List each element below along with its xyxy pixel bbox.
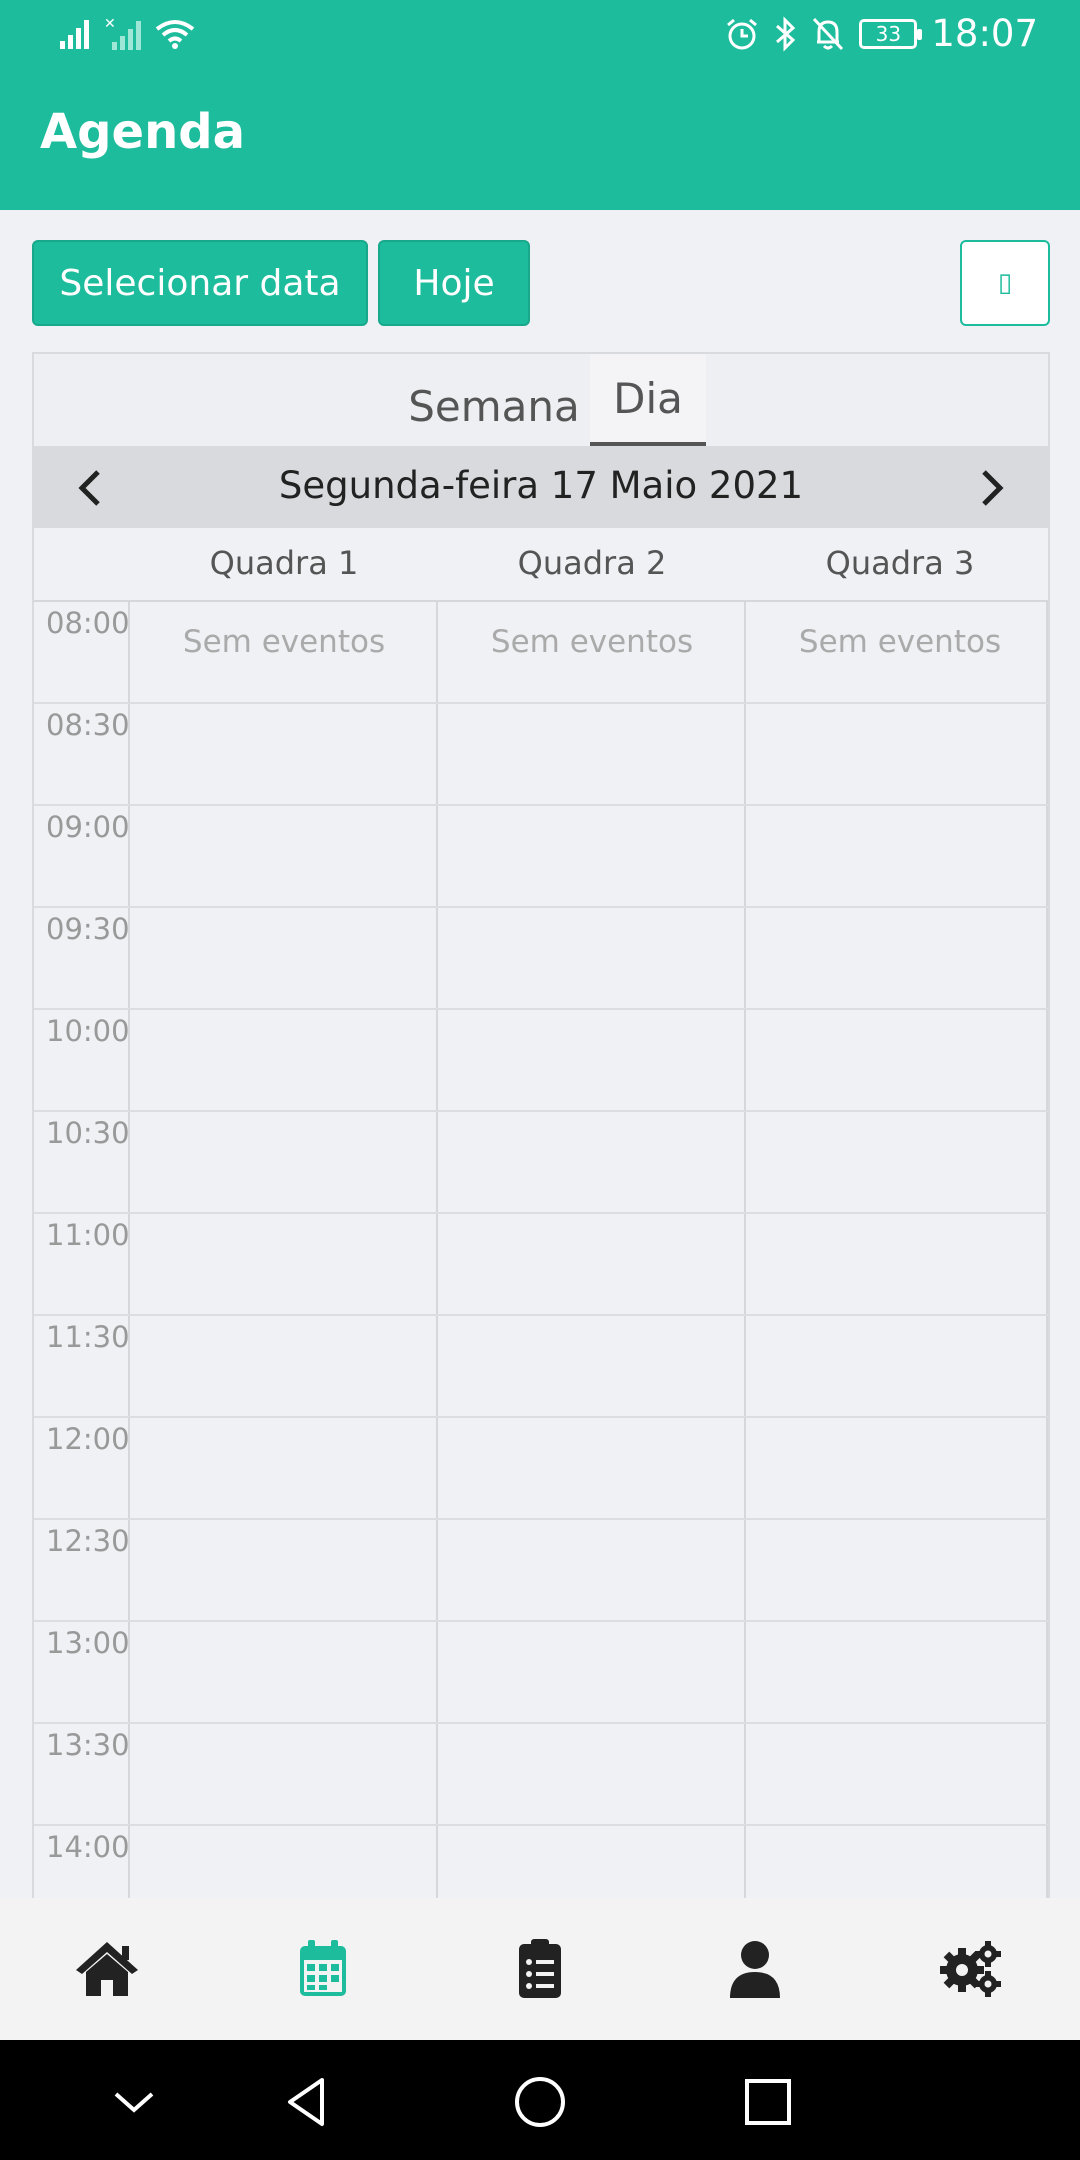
recents-icon[interactable] xyxy=(740,2074,796,2130)
time-label: 11:30 xyxy=(46,1320,130,1354)
tab-week[interactable]: Semana xyxy=(394,360,594,452)
app-header: ✕ 33 18:07 Agenda xyxy=(0,0,1080,210)
date-navigator: Segunda-feira 17 Maio 2021 xyxy=(34,446,1048,528)
status-right: 33 18:07 xyxy=(725,12,1038,55)
today-button[interactable]: Hoje xyxy=(378,240,530,326)
bottom-nav xyxy=(0,1898,1080,2040)
options-button[interactable]: ▯ xyxy=(960,240,1050,326)
bluetooth-icon xyxy=(776,15,796,52)
time-row[interactable]: 10:00 xyxy=(34,1010,1048,1112)
signal-no-service-icon: ✕ xyxy=(104,16,141,50)
view-tabs: Semana Dia xyxy=(34,354,1048,446)
resource-header: Quadra 1 Quadra 2 Quadra 3 xyxy=(34,528,1048,602)
status-left: ✕ xyxy=(58,16,196,52)
wifi-icon xyxy=(155,20,195,49)
column-header-quadra-3: Quadra 3 xyxy=(825,544,975,582)
bell-off-icon xyxy=(813,17,844,50)
time-row[interactable]: 12:30 xyxy=(34,1520,1048,1622)
time-label: 08:30 xyxy=(46,708,130,742)
time-label: 08:00 xyxy=(46,606,130,640)
no-events-label: Sem eventos xyxy=(798,624,1002,660)
time-label: 11:00 xyxy=(46,1218,130,1252)
time-grid: 08:00 Sem eventos Sem eventos Sem evento… xyxy=(34,602,1048,1900)
battery-icon: 33 xyxy=(859,18,923,49)
clipboard-list-icon[interactable] xyxy=(507,1938,573,2000)
alarm-icon xyxy=(727,18,758,49)
time-row[interactable]: 08:00 Sem eventos Sem eventos Sem evento… xyxy=(34,602,1048,704)
column-header-quadra-1: Quadra 1 xyxy=(209,544,359,582)
time-row[interactable]: 09:30 xyxy=(34,908,1048,1010)
time-row[interactable]: 14:00 xyxy=(34,1826,1048,1900)
chevron-down-icon[interactable] xyxy=(106,2074,162,2130)
time-label: 13:00 xyxy=(46,1626,130,1660)
home-icon[interactable] xyxy=(74,1938,140,2000)
time-label: 12:00 xyxy=(46,1422,130,1456)
tab-day[interactable]: Dia xyxy=(590,354,706,446)
gears-icon[interactable] xyxy=(938,1938,1004,2000)
status-time: 18:07 xyxy=(931,12,1038,55)
time-row[interactable]: 13:00 xyxy=(34,1622,1048,1724)
svg-text:✕: ✕ xyxy=(104,16,116,32)
system-nav-bar xyxy=(0,2040,1080,2160)
time-row[interactable]: 11:30 xyxy=(34,1316,1048,1418)
time-row[interactable]: 08:30 xyxy=(34,704,1048,806)
no-events-label: Sem eventos xyxy=(490,624,694,660)
select-date-button[interactable]: Selecionar data xyxy=(32,240,368,326)
signal-icon xyxy=(60,20,89,49)
time-row[interactable]: 13:30 xyxy=(34,1724,1048,1826)
missing-glyph-icon: ▯ xyxy=(997,268,1013,298)
time-row[interactable]: 10:30 xyxy=(34,1112,1048,1214)
chevron-right-icon[interactable] xyxy=(972,466,1012,510)
time-row[interactable]: 12:00 xyxy=(34,1418,1048,1520)
home-button-icon[interactable] xyxy=(512,2074,568,2130)
calendar-panel: Semana Dia Segunda-feira 17 Maio 2021 Qu… xyxy=(32,352,1050,1902)
time-label: 10:00 xyxy=(46,1014,130,1048)
time-row[interactable]: 11:00 xyxy=(34,1214,1048,1316)
page-title: Agenda xyxy=(40,104,245,160)
time-label: 13:30 xyxy=(46,1728,130,1762)
time-label: 09:00 xyxy=(46,810,130,844)
time-label: 14:00 xyxy=(46,1830,130,1864)
back-icon[interactable] xyxy=(280,2074,336,2130)
no-events-label: Sem eventos xyxy=(182,624,386,660)
time-row[interactable]: 09:00 xyxy=(34,806,1048,908)
user-icon[interactable] xyxy=(722,1938,788,2000)
time-label: 12:30 xyxy=(46,1524,130,1558)
status-bar: ✕ 33 18:07 xyxy=(0,0,1080,72)
column-header-quadra-2: Quadra 2 xyxy=(517,544,667,582)
calendar-icon[interactable] xyxy=(290,1938,356,2000)
current-date: Segunda-feira 17 Maio 2021 xyxy=(278,464,804,507)
time-label: 10:30 xyxy=(46,1116,130,1150)
time-label: 09:30 xyxy=(46,912,130,946)
